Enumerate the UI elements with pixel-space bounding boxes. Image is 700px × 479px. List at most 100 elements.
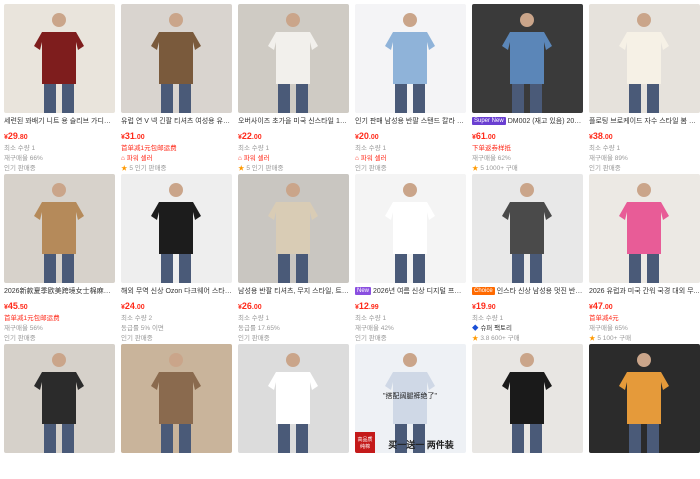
product-photo <box>238 4 349 113</box>
product-card[interactable]: 2026 유럽과 미국 간워 국경 대외 무... ¥47.00 首单减4元 재구매율… <box>589 174 700 344</box>
product-image[interactable] <box>589 4 700 113</box>
rating-row: ★ 5 인기 판매중 <box>121 164 232 174</box>
product-card[interactable] <box>121 344 232 453</box>
product-meta: 동급률 5% 이면 <box>121 325 164 332</box>
product-photo <box>472 344 583 453</box>
product-meta: 재구매율 65% <box>589 325 628 332</box>
model-head <box>403 183 417 197</box>
product-title[interactable]: Super New DM002 (재고 있음) 202... <box>472 117 583 126</box>
model-head <box>637 183 651 197</box>
product-image[interactable] <box>472 174 583 283</box>
product-card[interactable]: Choice 인스타 신상 남성용 멋진 반소... ¥19.90 최소 수량 1 ◆ … <box>472 174 583 344</box>
product-image[interactable] <box>4 344 115 453</box>
product-image[interactable] <box>121 174 232 283</box>
product-photo <box>589 174 700 283</box>
product-title[interactable]: 오버사이즈 초가을 미국 신스타일 100... <box>238 117 349 126</box>
price-integer: 47 <box>592 301 603 311</box>
product-title[interactable]: 2026 유럽과 미국 간워 국경 대외 무... <box>589 287 700 296</box>
model-head <box>52 183 66 197</box>
product-image[interactable] <box>589 174 700 283</box>
product-card[interactable] <box>472 344 583 453</box>
bundle-label: 买一送一 两件装 <box>388 439 455 450</box>
model-head <box>169 353 183 367</box>
price-integer: 61 <box>475 131 486 141</box>
product-card[interactable]: "搭配阔腿裤绝了" 高品质 纯棉 买一送一 两件装 <box>355 344 466 453</box>
price-integer: 31 <box>124 131 135 141</box>
product-image[interactable] <box>589 344 700 453</box>
product-card[interactable]: New 2026년 여름 신상 디지털 프린... ¥12.99 최소 수량 1 재구매… <box>355 174 466 344</box>
product-card[interactable] <box>589 344 700 453</box>
product-photo <box>4 174 115 283</box>
product-title[interactable]: 세련된 꽈배기 니트 용 슬리브 가디건 2... <box>4 117 115 126</box>
product-image[interactable] <box>472 344 583 453</box>
price-cents: .00 <box>251 134 262 141</box>
product-title[interactable]: 유럽 연 V 넥 긴팔 티셔츠 여성용 유럽 ... <box>121 117 232 126</box>
product-image[interactable] <box>4 4 115 113</box>
product-badge: Choice <box>472 287 495 295</box>
product-card[interactable] <box>4 344 115 453</box>
product-image[interactable] <box>355 174 466 283</box>
product-card[interactable]: 플로팅 브로케이드 자수 스타일 봄 여... ¥38.00 최소 수량 1 재구매율… <box>589 4 700 174</box>
product-meta: 인기 판매중 <box>589 165 621 172</box>
product-title-text: 인스타 신상 남성용 멋진 반소... <box>496 288 583 295</box>
power-seller-label: 파워 셀러 <box>126 155 153 162</box>
product-image[interactable] <box>238 4 349 113</box>
product-card[interactable]: 오버사이즈 초가을 미국 신스타일 100... ¥22.00 최소 수량 1 ⌂ 파… <box>238 4 349 174</box>
product-title-text: 플로팅 브로케이드 자수 스타일 봄 여... <box>589 118 700 125</box>
shop-tag: ◆ 슈퍼 팩토리 <box>472 324 583 334</box>
price-integer: 38 <box>592 131 603 141</box>
price-cents: .00 <box>251 304 262 311</box>
product-photo <box>4 344 115 453</box>
product-card[interactable]: 2026新款夏季欧美跨境女士棉麻时... ¥45.50 首单减1元包邮运费 재구매율 … <box>4 174 115 344</box>
product-image[interactable]: "搭配阔腿裤绝了" 高品质 纯棉 买一送一 两件装 <box>355 344 466 453</box>
product-card[interactable]: 인기 판매 남성용 반팔 스탠드 칼라 티... ¥20.00 최소 수량 1 ⌂ 파… <box>355 4 466 174</box>
product-title-text: 오버사이즈 초가을 미국 신스타일 100... <box>238 118 349 125</box>
shop-label: 슈퍼 팩토리 <box>480 325 513 332</box>
promo-text: 下单返券样抵 <box>472 145 511 152</box>
product-meta: 최소 수량 1 <box>355 315 387 322</box>
product-meta: 인기 판매중 <box>238 335 270 342</box>
product-image[interactable] <box>121 4 232 113</box>
product-meta: 재구매율 89% <box>589 155 628 162</box>
model-head <box>520 353 534 367</box>
rating-row: ★ 5 100+ 구매 <box>589 334 700 344</box>
product-photo <box>121 174 232 283</box>
product-image[interactable] <box>472 4 583 113</box>
product-image[interactable] <box>238 344 349 453</box>
product-title-text: 남성용 반팔 티셔츠, 무지 스타일, 트렌... <box>238 288 349 295</box>
product-title[interactable]: 2026新款夏季欧美跨境女士棉麻时... <box>4 287 115 296</box>
product-title[interactable]: 플로팅 브로케이드 자수 스타일 봄 여... <box>589 117 700 126</box>
product-card[interactable]: 해외 무역 신상 Ozon 다크웨어 스타일... ¥24.00 최소 수량 2 동급… <box>121 174 232 344</box>
product-image[interactable] <box>355 4 466 113</box>
product-image[interactable] <box>4 174 115 283</box>
product-title[interactable]: 남성용 반팔 티셔츠, 무지 스타일, 트렌... <box>238 287 349 296</box>
product-photo <box>4 4 115 113</box>
model-head <box>520 183 534 197</box>
product-card[interactable]: 남성용 반팔 티셔츠, 무지 스타일, 트렌... ¥26.00 최소 수량 1 동급… <box>238 174 349 344</box>
product-photo: "搭配阔腿裤绝了" 高品质纯棉 买一送一 两件装 <box>355 344 466 453</box>
quality-label: 高品质 <box>357 436 372 443</box>
product-title[interactable]: Choice 인스타 신상 남성용 멋진 반소... <box>472 287 583 296</box>
model-head <box>286 13 300 27</box>
product-title[interactable]: 인기 판매 남성용 반팔 스탠드 칼라 티... <box>355 117 466 126</box>
product-photo <box>355 174 466 283</box>
product-meta: 재구매율 56% <box>4 325 43 332</box>
product-card[interactable]: 세련된 꽈배기 니트 용 슬리브 가디건 2... ¥29.80 최소 수량 1 재구… <box>4 4 115 174</box>
price-cents: .00 <box>134 304 145 311</box>
product-price: ¥29.80 <box>4 130 115 144</box>
product-title[interactable]: New 2026년 여름 신상 디지털 프린... <box>355 287 466 296</box>
product-price: ¥45.50 <box>4 300 115 314</box>
rating-row: ★ 5 1000+ 구매 <box>472 164 583 174</box>
product-photo <box>589 4 700 113</box>
product-title[interactable]: 해외 무역 신상 Ozon 다크웨어 스타일... <box>121 287 232 296</box>
product-card[interactable]: 유럽 연 V 넥 긴팔 티셔츠 여성용 유럽 ... ¥31.00 首单减1元包邮运… <box>121 4 232 174</box>
product-price: ¥61.00 <box>472 130 583 144</box>
product-card[interactable] <box>238 344 349 453</box>
quality-label-2: 纯棉 <box>360 443 370 450</box>
power-seller-label: 파워 셀러 <box>243 155 270 162</box>
product-card[interactable]: Super New DM002 (재고 있음) 202... ¥61.00 下单返券样… <box>472 4 583 174</box>
product-image[interactable] <box>238 174 349 283</box>
product-image[interactable] <box>121 344 232 453</box>
product-title-text: 해외 무역 신상 Ozon 다크웨어 스타일... <box>121 288 232 295</box>
product-meta: 최소 수량 1 <box>4 145 36 152</box>
